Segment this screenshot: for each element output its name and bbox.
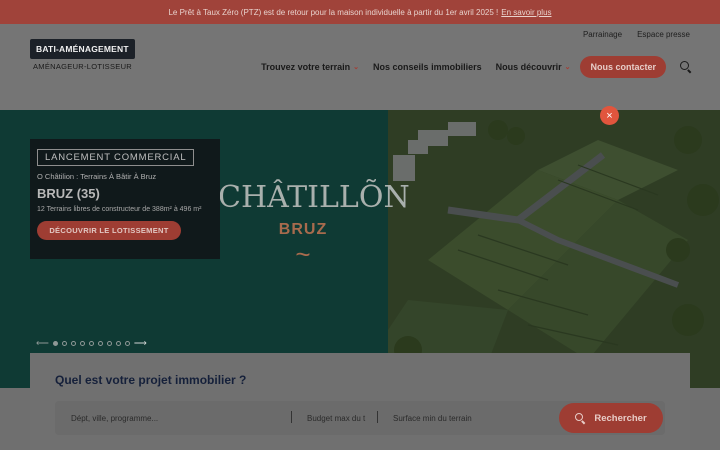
nav-item-terrain[interactable]: Trouvez votre terrain ⌄ [261,62,359,72]
search-heading: Quel est votre projet immobilier ? [55,373,247,387]
location-input[interactable]: Dépt, ville, programme... [71,401,271,435]
close-icon[interactable]: × [600,106,619,125]
search-icon [575,412,586,424]
promo-tag: LANCEMENT COMMERCIAL [37,149,195,166]
carousel-dot[interactable] [106,341,112,346]
announcement-text: Le Prêt à Taux Zéro (PTZ) est de retour … [168,7,499,17]
search-panel: Quel est votre projet immobilier ? Dépt,… [30,353,690,450]
arrow-left-icon[interactable]: ⟵ [36,338,49,349]
promo-card: LANCEMENT COMMERCIAL O Châtilion : Terra… [30,139,220,259]
nav-item-decouvrir[interactable]: Nous découvrir ⌄ [496,62,571,72]
nav-item-conseils[interactable]: Nos conseils immobiliers [373,62,482,72]
utility-nav: Parrainage Espace presse [583,30,690,39]
nav-item-label: Nous découvrir [495,62,562,72]
budget-input[interactable]: Budget max du t [307,401,377,435]
logo[interactable]: BATI-AMÉNAGEMENT AMÉNAGEUR-LOTISSEUR [30,39,135,71]
carousel-dot[interactable] [124,341,130,346]
hero-aerial-image [388,110,720,388]
program-city: BRUZ [278,221,328,238]
hero-carousel: CHÂTILLÕN BRUZ ~ LANCEMENT COMMERCIAL O … [0,110,720,388]
util-link-presse[interactable]: Espace presse [637,30,690,39]
carousel-dot[interactable] [115,341,121,346]
chevron-down-icon: ⌄ [564,64,571,71]
field-divider [377,411,378,423]
discover-lotissement-button[interactable]: DÉCOUVRIR LE LOTISSEMENT [37,221,181,241]
promo-title: BRUZ (35) [37,186,100,201]
carousel-dot[interactable] [88,341,94,346]
wave-icon: ~ [295,239,311,269]
nav-item-label: Nos conseils immobiliers [373,62,482,72]
search-button-label: Rechercher [594,412,647,424]
site-header: Parrainage Espace presse BATI-AMÉNAGEMEN… [0,24,720,110]
program-brand: CHÂTILLÕN BRUZ ~ [218,180,410,270]
nav-item-label: Trouvez votre terrain [261,62,351,72]
announcement-bar: Le Prêt à Taux Zéro (PTZ) est de retour … [0,0,720,24]
logo-name: BATI-AMÉNAGEMENT [30,39,135,59]
carousel-dot[interactable] [79,341,85,346]
promo-description: 12 Terrains libres de constructeur de 38… [37,206,202,213]
contact-button[interactable]: Nous contacter [580,56,666,78]
carousel-dot[interactable] [52,341,58,346]
aerial-subdivision-image [388,110,720,388]
search-icon[interactable] [680,61,692,73]
carousel-nav: ⟵ ⟶ [36,338,147,349]
carousel-dot[interactable] [70,341,76,346]
announcement-link[interactable]: En savoir plus [501,8,551,17]
logo-tagline: AMÉNAGEUR-LOTISSEUR [32,62,133,71]
chevron-down-icon: ⌄ [353,64,360,71]
main-nav: Trouvez votre terrain ⌄ Nos conseils imm… [247,56,692,78]
arrow-right-icon[interactable]: ⟶ [134,338,147,349]
util-link-parrainage[interactable]: Parrainage [583,30,622,39]
carousel-dot[interactable] [61,341,67,346]
search-submit-button[interactable]: Rechercher [559,403,663,433]
promo-subtitle: O Châtilion : Terrains À Bâtir À Bruz [37,172,157,181]
program-name: CHÂTILLÕN [218,180,410,215]
search-bar: Dépt, ville, programme... Budget max du … [55,401,665,435]
surface-input[interactable]: Surface min du terrain [393,401,553,435]
carousel-dot[interactable] [97,341,103,346]
field-divider [291,411,292,423]
